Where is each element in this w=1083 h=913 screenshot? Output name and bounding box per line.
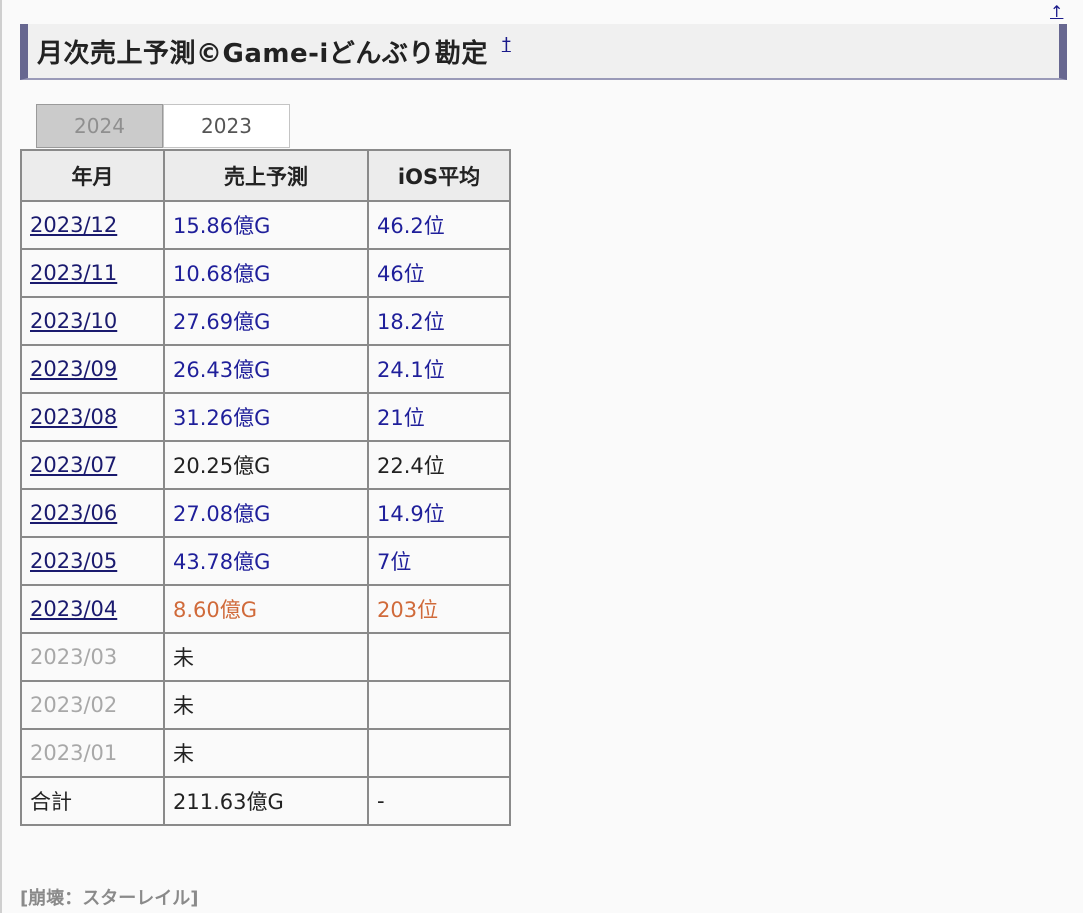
sales-cell: 31.26億G: [163, 392, 369, 442]
sales-cell: 27.08億G: [163, 488, 369, 538]
ios-average-cell: 24.1位: [367, 344, 511, 394]
sales-cell: 26.43億G: [163, 344, 369, 394]
month-link[interactable]: 2023/08: [30, 405, 117, 429]
ios-average-cell: 18.2位: [367, 296, 511, 346]
month-label: 2023/01: [30, 741, 118, 765]
ios-average-cell: 7位: [367, 536, 511, 586]
month-link[interactable]: 2023/10: [30, 309, 117, 333]
heading-anchor-link[interactable]: †: [502, 34, 511, 55]
column-header-ios-average: iOS平均: [367, 149, 511, 202]
ios-average-cell: 22.4位: [367, 440, 511, 490]
sales-cell: 15.86億G: [163, 200, 369, 250]
month-cell: 2023/05: [20, 536, 165, 586]
table-row: 2023/08 31.26億G 21位: [20, 392, 511, 442]
table-row: 2023/04 8.60億G 203位: [20, 584, 511, 634]
month-label: 2023/02: [30, 693, 118, 717]
table-row: 2023/10 27.69億G 18.2位: [20, 296, 511, 346]
month-cell: 2023/10: [20, 296, 165, 346]
month-cell: 2023/07: [20, 440, 165, 490]
ios-average-cell: [367, 728, 511, 778]
back-to-top-link[interactable]: ↑: [1050, 2, 1063, 21]
ios-average-cell: [367, 680, 511, 730]
table-row: 2023/11 10.68億G 46位: [20, 248, 511, 298]
sales-cell: 未: [163, 632, 369, 682]
table-row: 2023/06 27.08億G 14.9位: [20, 488, 511, 538]
month-cell: 2023/06: [20, 488, 165, 538]
month-cell: 2023/09: [20, 344, 165, 394]
month-link[interactable]: 2023/04: [30, 597, 117, 621]
left-border: [0, 0, 2, 913]
column-header-month: 年月: [20, 149, 165, 202]
total-ios: -: [367, 776, 511, 826]
total-sales: 211.63億G: [163, 776, 369, 826]
ios-average-cell: 46.2位: [367, 200, 511, 250]
page-title: 月次売上予測©Game-iどんぶり勘定: [37, 38, 488, 69]
ios-average-cell: [367, 632, 511, 682]
month-cell: 2023/01: [20, 728, 165, 778]
month-link[interactable]: 2023/07: [30, 453, 117, 477]
month-link[interactable]: 2023/05: [30, 549, 117, 573]
ios-average-cell: 21位: [367, 392, 511, 442]
column-header-sales: 売上予測: [163, 149, 369, 202]
tab-2024[interactable]: 2024: [36, 104, 163, 148]
month-link[interactable]: 2023/11: [30, 261, 117, 285]
table-total-row: 合計 211.63億G -: [20, 776, 511, 826]
sales-cell: 43.78億G: [163, 536, 369, 586]
table-row: 2023/03 未: [20, 632, 511, 682]
month-cell: 2023/08: [20, 392, 165, 442]
tab-2023[interactable]: 2023: [163, 104, 290, 148]
ios-average-cell: 46位: [367, 248, 511, 298]
game-name-footer: [崩壊：スターレイル]: [20, 888, 199, 909]
month-label: 2023/03: [30, 645, 118, 669]
month-cell: 2023/02: [20, 680, 165, 730]
month-link[interactable]: 2023/12: [30, 213, 117, 237]
sales-cell: 未: [163, 680, 369, 730]
year-tabs: 2024 2023: [36, 104, 290, 148]
sales-cell: 20.25億G: [163, 440, 369, 490]
table-row: 2023/09 26.43億G 24.1位: [20, 344, 511, 394]
month-cell: 2023/11: [20, 248, 165, 298]
table-row: 2023/02 未: [20, 680, 511, 730]
sales-cell: 未: [163, 728, 369, 778]
sales-cell: 10.68億G: [163, 248, 369, 298]
table-header-row: 年月 売上予測 iOS平均: [20, 149, 511, 202]
table-row: 2023/05 43.78億G 7位: [20, 536, 511, 586]
monthly-sales-table: 年月 売上予測 iOS平均 2023/12 15.86億G 46.2位 2023/11…: [20, 149, 511, 826]
sales-cell: 8.60億G: [163, 584, 369, 634]
table-row: 2023/12 15.86億G 46.2位: [20, 200, 511, 250]
ios-average-cell: 203位: [367, 584, 511, 634]
month-link[interactable]: 2023/09: [30, 357, 117, 381]
ios-average-cell: 14.9位: [367, 488, 511, 538]
month-cell: 2023/04: [20, 584, 165, 634]
month-cell: 2023/03: [20, 632, 165, 682]
section-heading: 月次売上予測©Game-iどんぶり勘定 †: [20, 24, 1067, 80]
total-label: 合計: [20, 776, 165, 826]
month-cell: 2023/12: [20, 200, 165, 250]
month-link[interactable]: 2023/06: [30, 501, 117, 525]
table-row: 2023/01 未: [20, 728, 511, 778]
table-row: 2023/07 20.25億G 22.4位: [20, 440, 511, 490]
sales-cell: 27.69億G: [163, 296, 369, 346]
